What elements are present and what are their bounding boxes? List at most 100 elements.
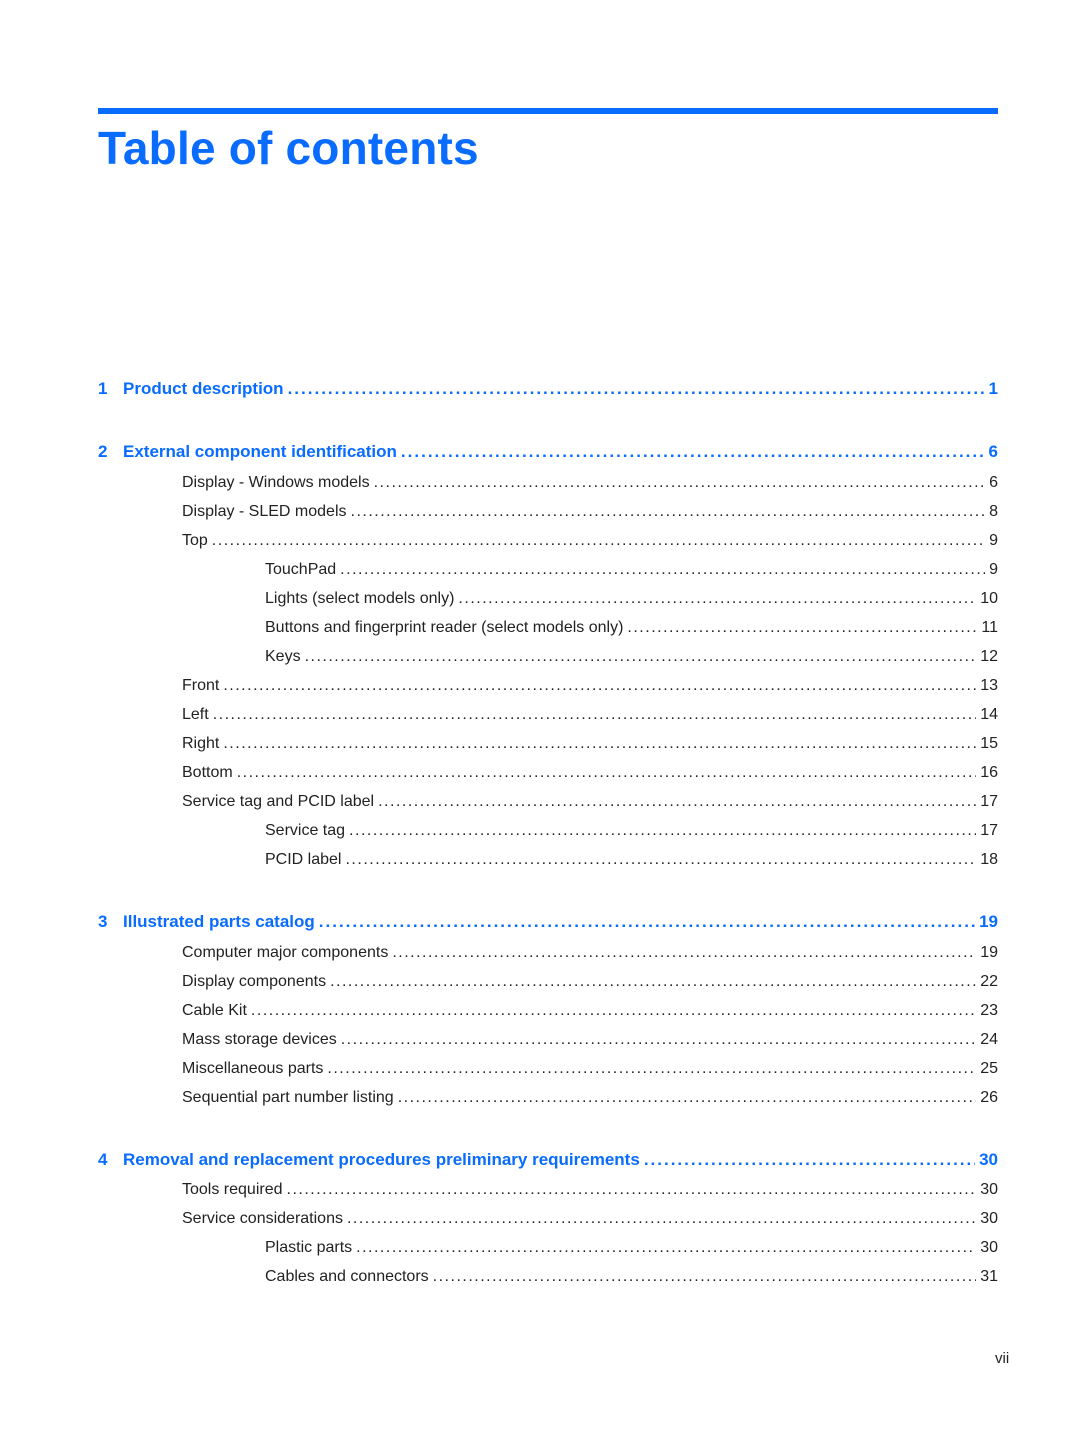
toc-entry-title[interactable]: Top	[182, 529, 208, 553]
toc-page-number[interactable]: 30	[980, 1207, 998, 1231]
dot-leader	[627, 616, 977, 640]
toc-chapter-entry[interactable]: 2 External component identification 6	[98, 440, 998, 464]
page-number: vii	[995, 1350, 1010, 1367]
toc-page-number[interactable]: 30	[980, 1236, 998, 1260]
toc-entry-title[interactable]: External component identification	[123, 440, 397, 464]
toc-entry[interactable]: PCID label 18	[98, 848, 998, 872]
toc-entry[interactable]: Computer major components 19	[98, 941, 998, 965]
toc-entry-title[interactable]: Lights (select models only)	[265, 587, 454, 611]
toc-page-number[interactable]: 19	[979, 910, 998, 934]
toc-entry-title[interactable]: Illustrated parts catalog	[123, 910, 315, 934]
toc-entry[interactable]: Service tag and PCID label 17	[98, 790, 998, 814]
toc-page-number[interactable]: 30	[980, 1178, 998, 1202]
toc-entry[interactable]: Display - Windows models 6	[98, 471, 998, 495]
toc-page-number[interactable]: 22	[980, 970, 998, 994]
toc-entry-title[interactable]: Cables and connectors	[265, 1265, 429, 1289]
toc-entry-title[interactable]: PCID label	[265, 848, 341, 872]
toc-entry[interactable]: Cable Kit 23	[98, 999, 998, 1023]
toc-entry-title[interactable]: Computer major components	[182, 941, 388, 965]
toc-page-number[interactable]: 12	[980, 645, 998, 669]
toc-entry-title[interactable]: Keys	[265, 645, 301, 669]
toc-entry[interactable]: Plastic parts 30	[98, 1236, 998, 1260]
toc-page-number[interactable]: 24	[980, 1028, 998, 1052]
chapter-number: 3	[98, 912, 108, 931]
toc-page-number[interactable]: 18	[980, 848, 998, 872]
dot-leader	[345, 848, 976, 872]
toc-entry[interactable]: Service tag 17	[98, 819, 998, 843]
toc-page-number[interactable]: 30	[979, 1148, 998, 1172]
toc-entry[interactable]: TouchPad 9	[98, 558, 998, 582]
toc-entry[interactable]: Sequential part number listing 26	[98, 1086, 998, 1110]
toc-entry-title[interactable]: Left	[182, 703, 209, 727]
toc-entry-title[interactable]: Display - SLED models	[182, 500, 347, 524]
toc-page-number[interactable]: 1	[989, 377, 998, 401]
toc-page-number[interactable]: 25	[980, 1057, 998, 1081]
toc-entry[interactable]: Cables and connectors 31	[98, 1265, 998, 1289]
toc-entry-title[interactable]: Tools required	[182, 1178, 283, 1202]
dot-leader	[223, 732, 976, 756]
toc-chapter-entry[interactable]: 1 Product description 1	[98, 377, 998, 401]
dot-leader	[392, 941, 976, 965]
dot-leader	[212, 529, 985, 553]
dot-leader	[330, 970, 976, 994]
toc-entry[interactable]: Front 13	[98, 674, 998, 698]
toc-entry-title[interactable]: TouchPad	[265, 558, 336, 582]
toc-page-number[interactable]: 23	[980, 999, 998, 1023]
toc-page-number[interactable]: 10	[980, 587, 998, 611]
toc-page-number[interactable]: 11	[981, 616, 998, 640]
toc-page-number[interactable]: 26	[980, 1086, 998, 1110]
toc-entry-title[interactable]: Service tag and PCID label	[182, 790, 374, 814]
toc-entry[interactable]: Top 9	[98, 529, 998, 553]
toc-page-number[interactable]: 6	[989, 471, 998, 495]
toc-page-number[interactable]: 14	[980, 703, 998, 727]
toc-entry-title[interactable]: Product description	[123, 377, 284, 401]
toc-entry[interactable]: Right 15	[98, 732, 998, 756]
toc-entry-title[interactable]: Buttons and fingerprint reader (select m…	[265, 616, 623, 640]
toc-page-number[interactable]: 19	[980, 941, 998, 965]
toc-entry[interactable]: Mass storage devices 24	[98, 1028, 998, 1052]
dot-leader	[347, 1207, 976, 1231]
toc-entry[interactable]: Buttons and fingerprint reader (select m…	[98, 616, 998, 640]
dot-leader	[401, 440, 985, 464]
toc-page-number[interactable]: 9	[989, 558, 998, 582]
toc-page-number[interactable]: 6	[989, 440, 998, 464]
toc-page-number[interactable]: 17	[980, 790, 998, 814]
toc-entry-title[interactable]: Service considerations	[182, 1207, 343, 1231]
toc-page-number[interactable]: 13	[980, 674, 998, 698]
toc-chapter-entry[interactable]: 3 Illustrated parts catalog 19	[98, 910, 998, 934]
toc-entry-title[interactable]: Miscellaneous parts	[182, 1057, 323, 1081]
dot-leader	[251, 999, 976, 1023]
toc-page-number[interactable]: 31	[980, 1265, 998, 1289]
title-rule	[98, 108, 998, 114]
toc-entry-title[interactable]: Display - Windows models	[182, 471, 370, 495]
toc-entry-title[interactable]: Mass storage devices	[182, 1028, 337, 1052]
toc-entry-title[interactable]: Right	[182, 732, 219, 756]
toc-entry[interactable]: Bottom 16	[98, 761, 998, 785]
toc-entry-title[interactable]: Service tag	[265, 819, 345, 843]
toc-page-number[interactable]: 17	[980, 819, 998, 843]
toc-entry[interactable]: Tools required 30	[98, 1178, 998, 1202]
toc-entry-title[interactable]: Front	[182, 674, 219, 698]
toc-page-number[interactable]: 9	[989, 529, 998, 553]
toc-entry[interactable]: Keys 12	[98, 645, 998, 669]
toc-page-number[interactable]: 8	[989, 500, 998, 524]
toc-entry[interactable]: Miscellaneous parts 25	[98, 1057, 998, 1081]
chapter-number: 4	[98, 1150, 108, 1169]
toc-entry[interactable]: Display - SLED models 8	[98, 500, 998, 524]
toc-page-number[interactable]: 15	[980, 732, 998, 756]
toc-page-number[interactable]: 16	[980, 761, 998, 785]
dot-leader	[288, 377, 985, 401]
toc-entry-title[interactable]: Sequential part number listing	[182, 1086, 394, 1110]
toc-entry[interactable]: Service considerations 30	[98, 1207, 998, 1231]
toc-entry-title[interactable]: Plastic parts	[265, 1236, 352, 1260]
toc-entry[interactable]: Lights (select models only) 10	[98, 587, 998, 611]
toc-entry-title[interactable]: Cable Kit	[182, 999, 247, 1023]
toc-entry-title[interactable]: Display components	[182, 970, 326, 994]
toc-entry[interactable]: Left 14	[98, 703, 998, 727]
toc-entry-title[interactable]: Bottom	[182, 761, 233, 785]
dot-leader	[213, 703, 977, 727]
toc-entry[interactable]: Display components 22	[98, 970, 998, 994]
toc-chapter-entry[interactable]: 4 Removal and replacement procedures prel…	[98, 1148, 998, 1172]
dot-leader	[237, 761, 977, 785]
toc-entry-title[interactable]: Removal and replacement procedures preli…	[123, 1148, 640, 1172]
